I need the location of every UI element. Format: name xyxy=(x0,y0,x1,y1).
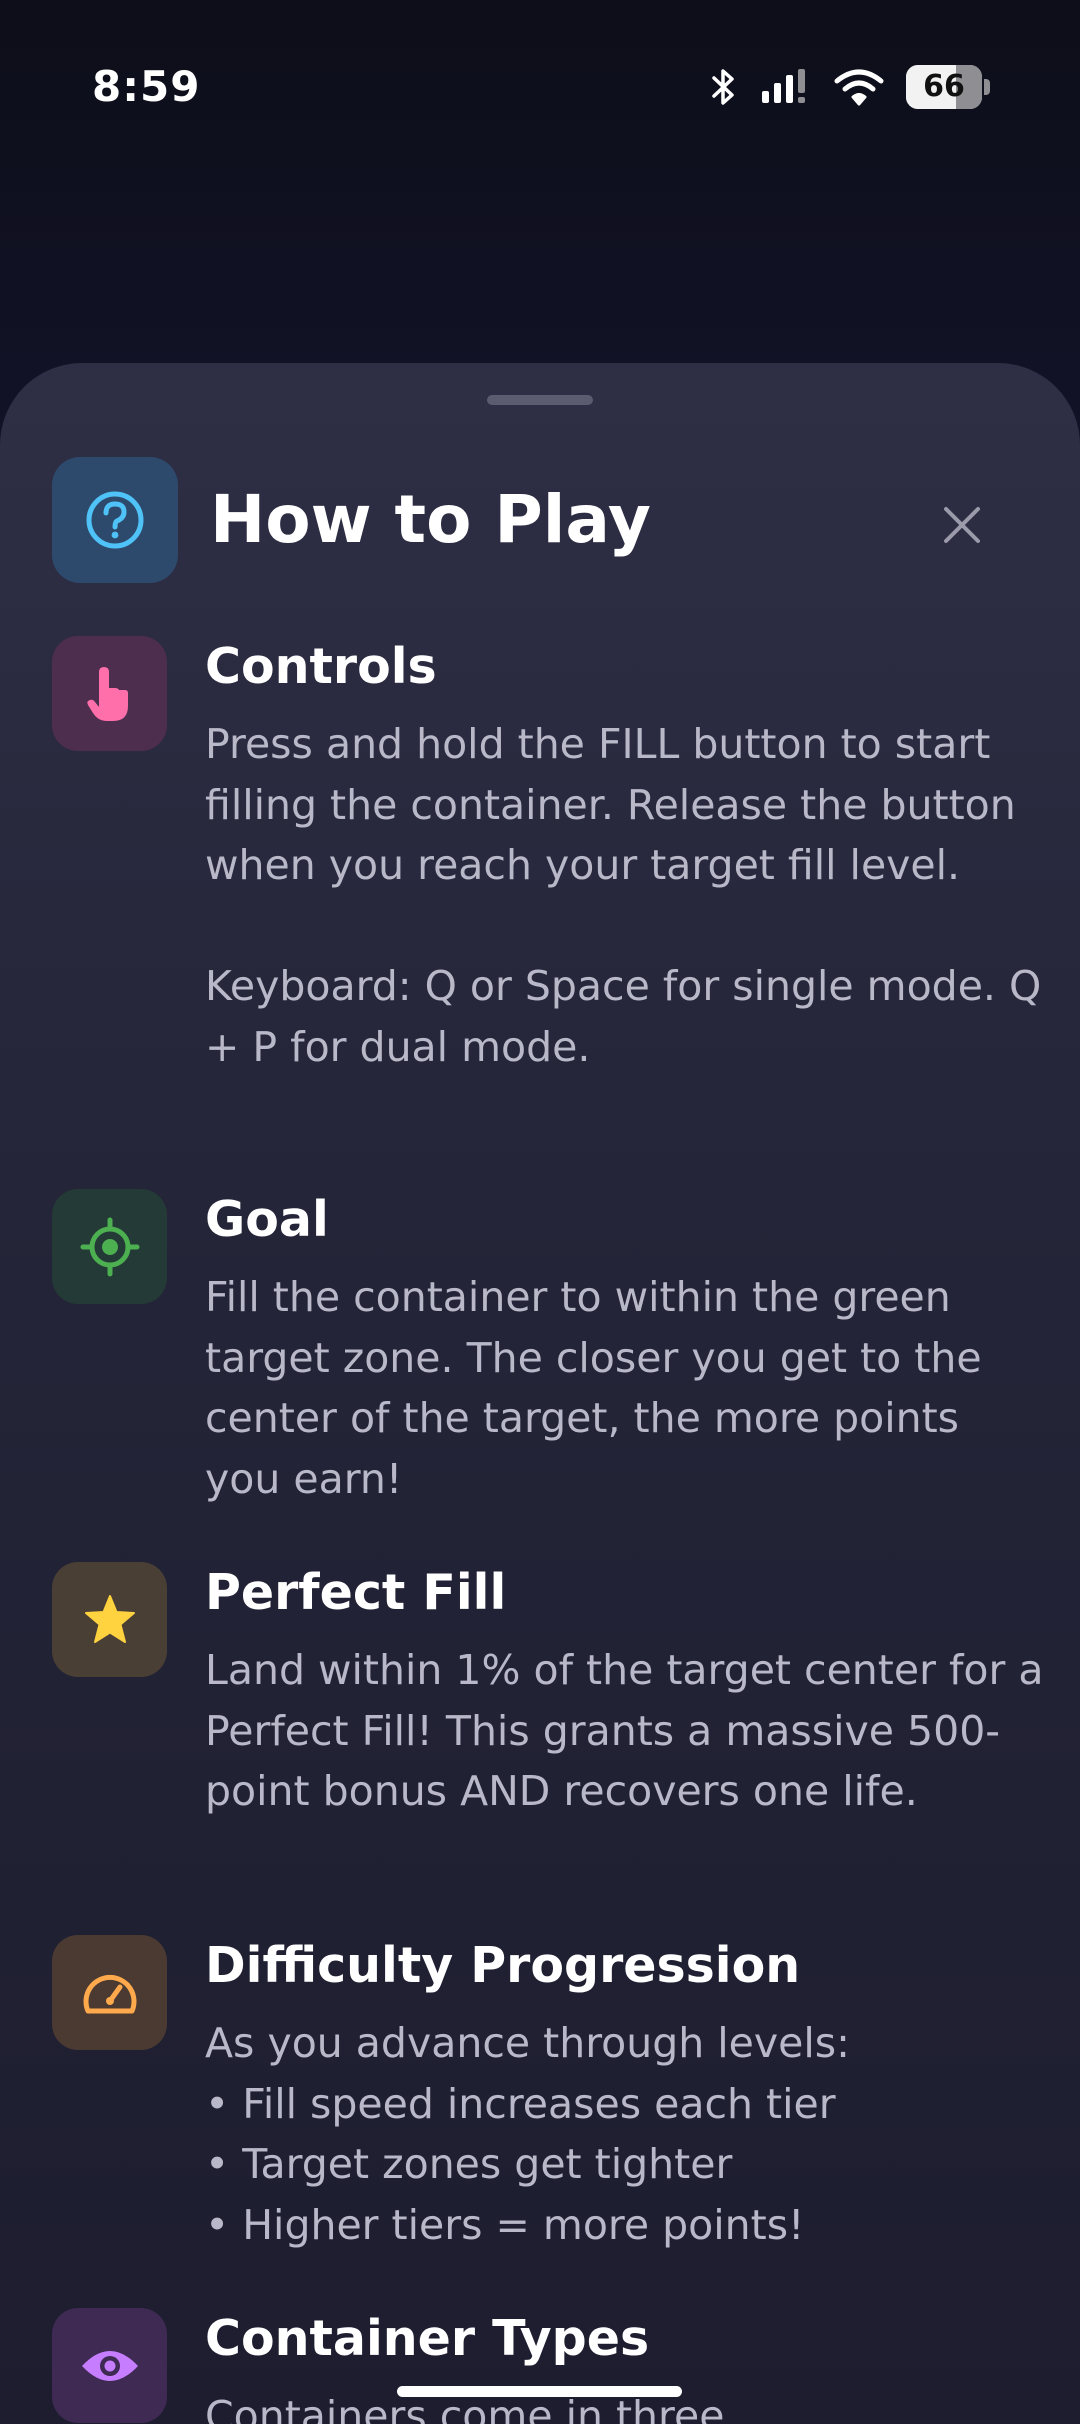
section-body: As you advance through levels: • Fill sp… xyxy=(205,2019,850,2249)
section-body: Press and hold the FILL button to start … xyxy=(205,720,1042,1071)
eye-icon xyxy=(52,2308,167,2423)
sheet-title: How to Play xyxy=(210,481,651,558)
status-time: 8:59 xyxy=(92,62,201,111)
status-bar: 8:59 66 xyxy=(0,0,1080,180)
section-title: Controls xyxy=(205,638,437,695)
close-icon xyxy=(944,507,980,543)
question-circle-icon xyxy=(52,457,178,583)
wifi-icon xyxy=(834,68,884,106)
section-body: Fill the container to within the green t… xyxy=(205,1273,982,1503)
bluetooth-icon xyxy=(710,68,738,106)
drag-handle[interactable] xyxy=(487,395,593,405)
section-body: Land within 1% of the target center for … xyxy=(205,1646,1044,1815)
section-title: Goal xyxy=(205,1191,329,1248)
battery-level: 66 xyxy=(923,69,965,104)
how-to-play-sheet: How to Play Controls Press and hold the … xyxy=(0,363,1080,2424)
speedometer-icon xyxy=(52,1935,167,2050)
section-title: Difficulty Progression xyxy=(205,1937,801,1994)
section-title: Perfect Fill xyxy=(205,1564,507,1621)
section-title: Container Types xyxy=(205,2310,650,2367)
close-button[interactable] xyxy=(930,493,994,557)
app-screen: 8:59 66 How to Play Controls Press and h… xyxy=(0,0,1080,2424)
target-icon xyxy=(52,1189,167,1304)
touch-hand-icon xyxy=(52,636,167,751)
battery-icon: 66 xyxy=(906,65,990,109)
status-icons: 66 xyxy=(710,62,990,112)
home-indicator[interactable] xyxy=(397,2386,682,2397)
star-icon xyxy=(52,1562,167,1677)
signal-icon xyxy=(760,69,812,105)
